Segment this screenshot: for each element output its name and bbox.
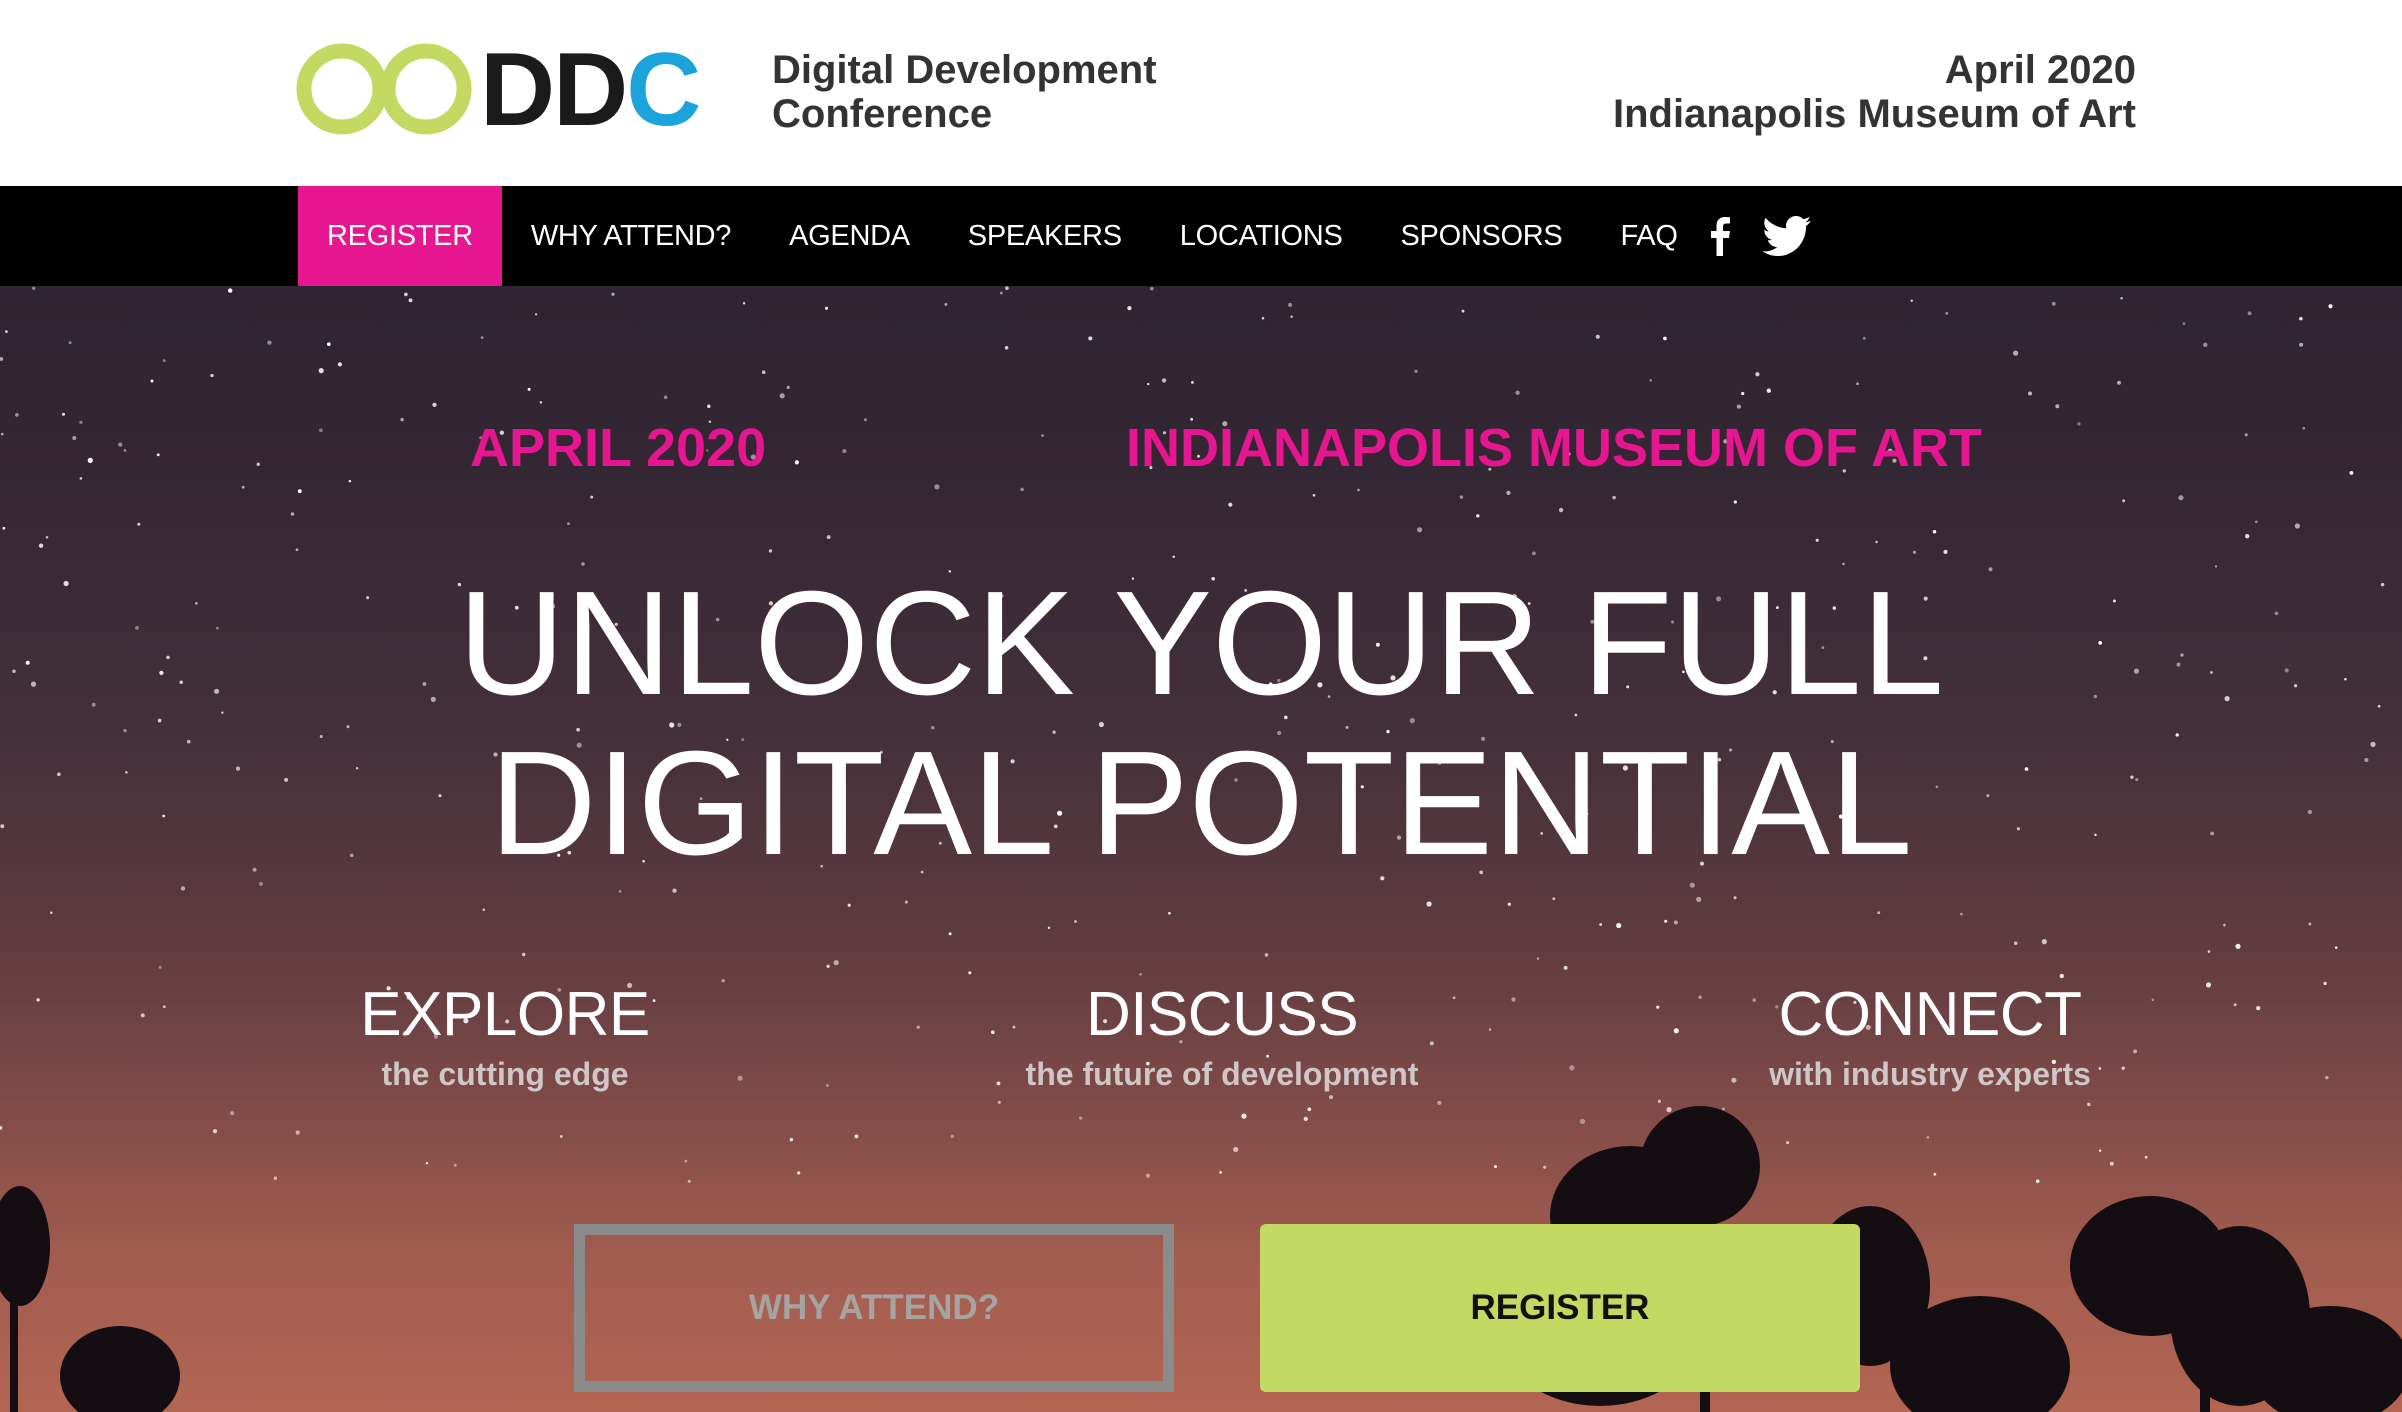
nav-register[interactable]: REGISTER — [298, 186, 502, 286]
hero-headline: UNLOCK YOUR FULL DIGITAL POTENTIAL — [0, 564, 2402, 884]
nav-sponsors[interactable]: SPONSORS — [1371, 186, 1591, 286]
brand-title-line1: Digital Development — [772, 48, 1157, 92]
main-nav: REGISTER WHY ATTEND? AGENDA SPEAKERS LOC… — [0, 186, 2402, 286]
nav-faq[interactable]: FAQ — [1591, 186, 1706, 286]
pillar-connect: CONNECT with industry experts — [1730, 980, 2130, 1094]
hero-headline-line2: DIGITAL POTENTIAL — [489, 721, 1913, 886]
ddc-logo[interactable] — [296, 34, 476, 144]
event-venue: Indianapolis Museum of Art — [1613, 92, 2136, 136]
pillar-title: CONNECT — [1778, 980, 2082, 1049]
hero-date: APRIL 2020 — [470, 418, 767, 478]
twitter-icon[interactable] — [1762, 186, 1812, 286]
logo-wordmark[interactable]: DDC — [480, 38, 701, 142]
event-date: April 2020 — [1944, 48, 2136, 92]
pillar-subtitle: the cutting edge — [381, 1056, 629, 1092]
hero-section: APRIL 2020 INDIANAPOLIS MUSEUM OF ART UN… — [0, 286, 2402, 1412]
register-button[interactable]: REGISTER — [1260, 1224, 1860, 1392]
infinity-logo-icon — [296, 43, 472, 135]
logo-wordmark-dd: DD — [480, 32, 628, 148]
logo-wordmark-c: C — [626, 32, 701, 148]
pillar-subtitle: the future of development — [1025, 1056, 1419, 1092]
hero-headline-line1: UNLOCK YOUR FULL — [458, 561, 1944, 726]
pillar-discuss: DISCUSS the future of development — [1012, 980, 1432, 1094]
pillar-explore: EXPLORE the cutting edge — [305, 980, 705, 1094]
why-attend-button[interactable]: WHY ATTEND? — [574, 1224, 1174, 1392]
hero-venue: INDIANAPOLIS MUSEUM OF ART — [1126, 418, 1982, 478]
pillar-title: EXPLORE — [360, 980, 650, 1049]
nav-items: REGISTER WHY ATTEND? AGENDA SPEAKERS LOC… — [298, 186, 1707, 286]
event-meta: April 2020 Indianapolis Museum of Art — [1613, 48, 2136, 136]
facebook-icon[interactable] — [1708, 186, 1732, 286]
nav-locations[interactable]: LOCATIONS — [1151, 186, 1372, 286]
pillar-title: DISCUSS — [1085, 980, 1359, 1049]
pillar-subtitle: with industry experts — [1769, 1056, 2091, 1092]
site-header: DDC Digital Development Conference April… — [0, 0, 2402, 186]
brand-title-line2: Conference — [772, 92, 993, 136]
nav-agenda[interactable]: AGENDA — [760, 186, 939, 286]
nav-speakers[interactable]: SPEAKERS — [939, 186, 1151, 286]
nav-why-attend[interactable]: WHY ATTEND? — [502, 186, 760, 286]
brand-title: Digital Development Conference — [772, 48, 1157, 136]
